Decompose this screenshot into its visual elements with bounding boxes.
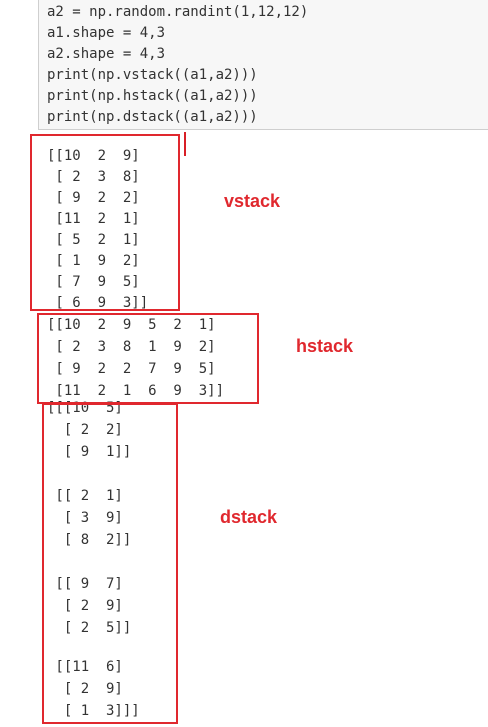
code-line[interactable]: print(np.hstack((a1,a2))) — [47, 86, 258, 107]
code-line[interactable]: a2 = np.random.randint(1,12,12) — [47, 2, 308, 23]
text-cursor-mark — [184, 132, 186, 156]
code-cell[interactable]: a2 = np.random.randint(1,12,12) a1.shape… — [38, 0, 488, 130]
code-line[interactable]: a1.shape = 4,3 — [47, 23, 165, 44]
code-line[interactable]: print(np.vstack((a1,a2))) — [47, 65, 258, 86]
dstack-highlight-box — [42, 403, 178, 724]
vstack-annotation: vstack — [224, 191, 281, 211]
vstack-highlight-box — [30, 134, 180, 311]
code-line[interactable]: a2.shape = 4,3 — [47, 44, 165, 65]
hstack-highlight-box — [37, 313, 259, 404]
dstack-annotation: dstack — [220, 507, 278, 527]
code-line[interactable]: print(np.dstack((a1,a2))) — [47, 107, 258, 128]
hstack-annotation: hstack — [296, 336, 354, 356]
